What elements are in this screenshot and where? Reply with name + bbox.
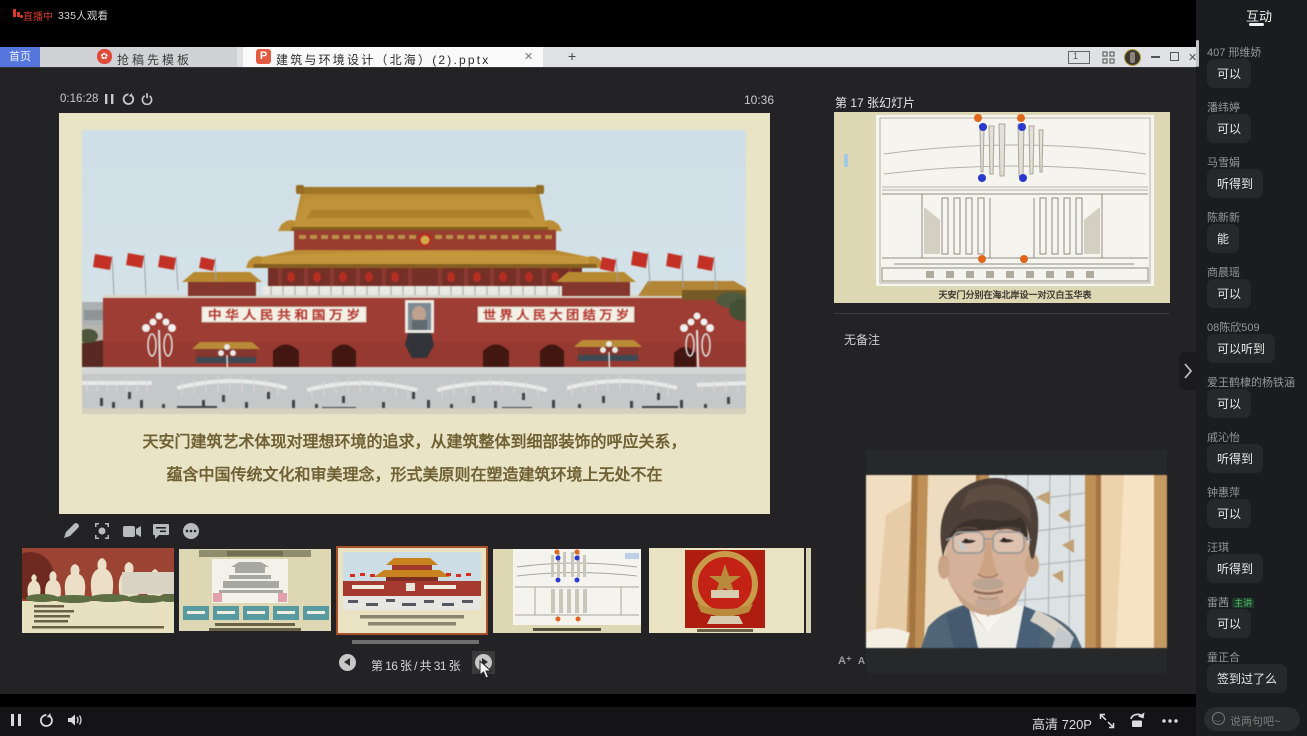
- svg-text:世 界 人 民 大 团 结 万 岁: 世 界 人 民 大 团 结 万 岁: [483, 307, 629, 322]
- svg-text:天安门分别在海北岸设一对汉白玉华表: 天安门分别在海北岸设一对汉白玉华表: [938, 289, 1092, 300]
- svg-text:中 华 人 民 共 和 国 万 岁: 中 华 人 民 共 和 国 万 岁: [208, 307, 360, 322]
